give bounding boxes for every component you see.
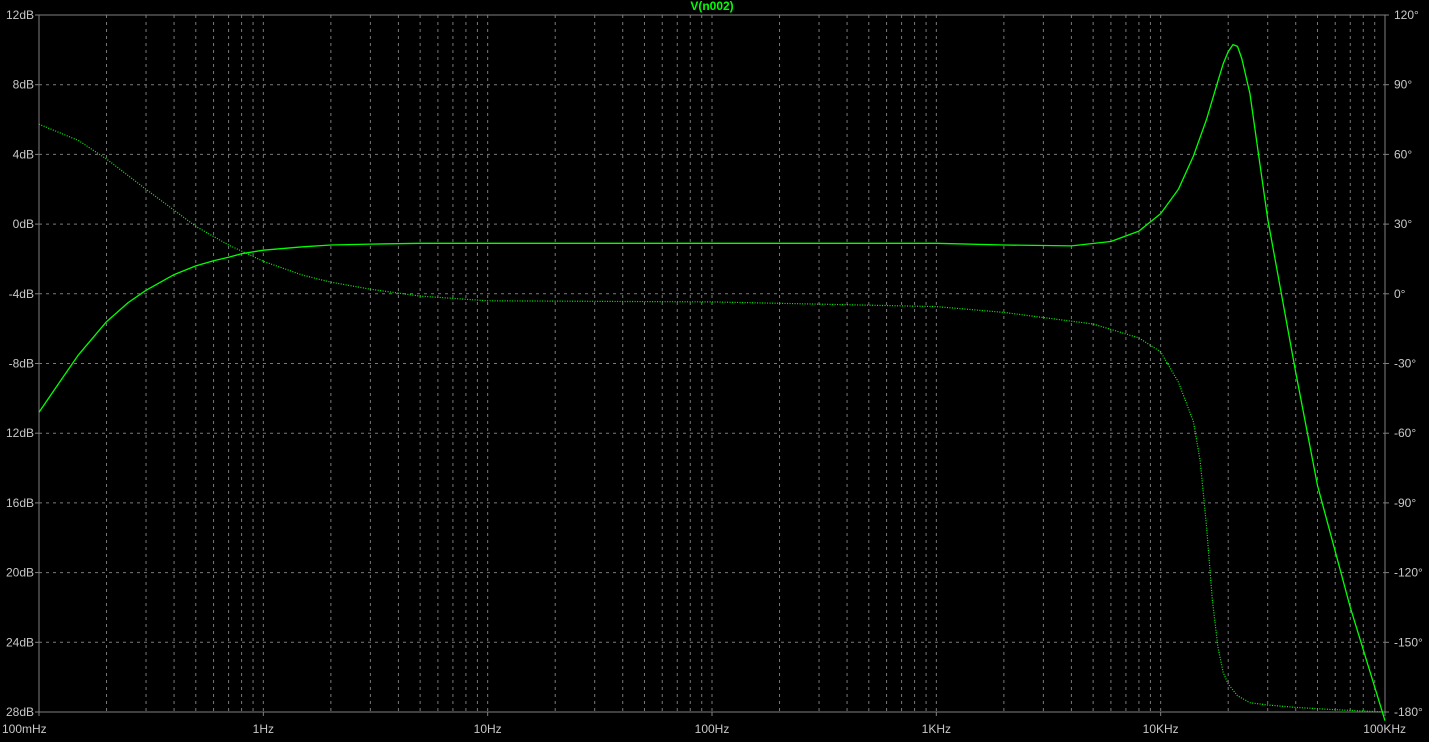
y-left-tick-label: 0dB (13, 217, 34, 231)
y-right-tick-label: 60° (1394, 147, 1412, 161)
y-right-tick-label: -30° (1394, 357, 1416, 371)
y-right-tick-label: -180° (1394, 705, 1423, 719)
y-left-tick-label: 12dB (6, 426, 34, 440)
y-right-tick-label: 90° (1394, 78, 1412, 92)
x-tick-label: 1Hz (253, 722, 274, 736)
x-tick-label: 10KHz (1143, 722, 1179, 736)
y-left-tick-label: 4dB (13, 147, 34, 161)
y-left-tick-label: 16dB (6, 496, 34, 510)
y-left-tick-label: 20dB (6, 566, 34, 580)
y-left-tick-label: -8dB (9, 357, 34, 371)
x-tick-label: 100Hz (695, 722, 730, 736)
y-right-tick-label: 120° (1394, 8, 1419, 22)
y-right-tick-label: -90° (1394, 496, 1416, 510)
x-tick-label: 10Hz (474, 722, 502, 736)
y-right-tick-label: 30° (1394, 217, 1412, 231)
y-right-tick-label: -60° (1394, 426, 1416, 440)
y-right-tick-label: -120° (1394, 566, 1423, 580)
y-left-tick-label: 24dB (6, 635, 34, 649)
bode-plot: 100mHz 1Hz 10Hz 100Hz 1KHz 10KHz 100KHz 12dB 8d… (0, 0, 1429, 737)
plot-area: 100mHz 1Hz 10Hz 100Hz 1KHz 10KHz 100KHz 12dB 8d… (0, 0, 1429, 737)
x-tick-label: 1KHz (922, 722, 951, 736)
x-tick-label: 100KHz (1363, 722, 1406, 736)
y-left-tick-label: 12dB (6, 8, 34, 22)
x-tick-label: 100mHz (2, 722, 47, 736)
y-left-tick-label: -4dB (9, 287, 34, 301)
chart-title: V(n002) (690, 0, 733, 13)
y-right-tick-label: 0° (1394, 287, 1406, 301)
y-right-tick-label: -150° (1394, 635, 1423, 649)
y-left-tick-label: 8dB (13, 78, 34, 92)
y-left-tick-label: 28dB (6, 705, 34, 719)
